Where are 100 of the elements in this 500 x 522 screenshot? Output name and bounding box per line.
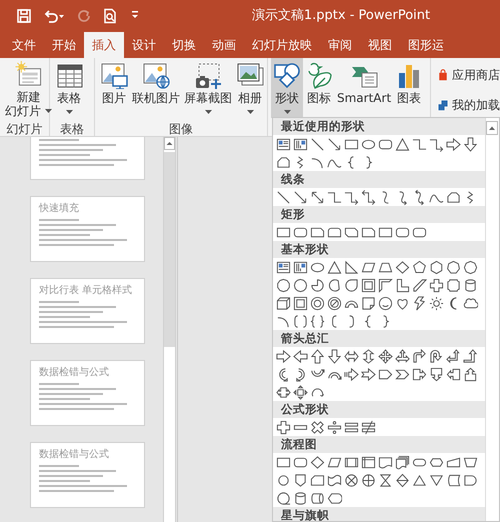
sun-icon[interactable]	[429, 296, 444, 310]
display-icon[interactable]	[327, 490, 342, 506]
arrow-line-icon[interactable]	[293, 190, 308, 204]
down-arrow-icon[interactable]	[463, 136, 478, 152]
striped-right-arrow-icon[interactable]	[344, 366, 359, 382]
up-down-arrow-icon[interactable]	[361, 348, 376, 364]
divide-icon[interactable]	[327, 420, 342, 434]
ribbon-button[interactable]: 应用商店	[437, 64, 500, 86]
scroll-up-icon[interactable]	[164, 137, 175, 150]
line-icon[interactable]	[276, 190, 291, 204]
cloud-icon[interactable]	[463, 296, 478, 310]
slide-thumbnail[interactable]: 数据检错与公式	[30, 360, 145, 426]
ribbon-tab[interactable]: 图形运	[400, 32, 452, 58]
cylinder-icon[interactable]	[293, 490, 308, 506]
triangle-icon[interactable]	[327, 260, 342, 274]
triangle-icon[interactable]	[395, 136, 410, 152]
chord-icon[interactable]	[327, 278, 342, 292]
bent-arrow-icon[interactable]	[412, 348, 427, 364]
text-box-icon[interactable]	[276, 136, 291, 152]
internal-storage-icon[interactable]	[361, 454, 376, 470]
direct-access-storage-icon[interactable]	[310, 490, 325, 506]
ribbon-tab[interactable]: 动画	[204, 32, 244, 58]
right-triangle-icon[interactable]	[344, 260, 359, 274]
delay-icon[interactable]	[463, 472, 478, 488]
u-turn-arrow-icon[interactable]	[429, 348, 444, 364]
multidocument-icon[interactable]	[395, 454, 410, 470]
ribbon-tab[interactable]: 开始	[44, 32, 84, 58]
pentagon-icon[interactable]	[412, 260, 427, 274]
curved-double-arrow-icon[interactable]	[412, 190, 427, 204]
manual-input-icon[interactable]	[446, 454, 461, 470]
slide-thumbnail[interactable]: 快速填充	[30, 196, 145, 262]
document-icon[interactable]	[378, 454, 393, 470]
caret-icon[interactable]	[284, 110, 290, 114]
hexagon-icon[interactable]	[429, 260, 444, 274]
smiley-icon[interactable]	[378, 296, 393, 310]
slide-thumbnail[interactable]	[30, 137, 145, 180]
notched-right-arrow-icon[interactable]	[361, 366, 376, 382]
diagonal-stripe-icon[interactable]	[412, 278, 427, 292]
multiply-icon[interactable]	[310, 420, 325, 434]
circle-icon[interactable]	[276, 472, 291, 488]
ribbon-button[interactable]: 图表	[393, 58, 426, 118]
double-arrow-line-icon[interactable]	[310, 190, 325, 204]
up-arrow-icon[interactable]	[310, 348, 325, 364]
right-arrow-icon[interactable]	[276, 348, 291, 364]
elbow-arrow-connector-icon[interactable]	[429, 136, 444, 152]
ribbon-button[interactable]: 图片	[98, 58, 130, 118]
ribbon-button[interactable]: 屏幕截图	[182, 58, 234, 118]
right-arrow-icon[interactable]	[446, 136, 461, 152]
l-shape-icon[interactable]	[395, 278, 410, 292]
ribbon-tab[interactable]: 审阅	[320, 32, 360, 58]
elbow-double-arrow-icon[interactable]	[361, 190, 376, 204]
ribbon-tab[interactable]: 插入	[84, 32, 124, 58]
elbow-connector-icon[interactable]	[327, 190, 342, 204]
frame-icon[interactable]	[293, 296, 308, 310]
undo-icon[interactable]	[42, 8, 66, 24]
ribbon-tab[interactable]: 文件	[4, 32, 44, 58]
caret-icon[interactable]	[246, 110, 254, 114]
dodecagon-icon[interactable]	[293, 278, 308, 292]
vertical-text-box-icon[interactable]	[293, 260, 308, 274]
caret-icon[interactable]	[204, 110, 212, 114]
freeform-icon[interactable]	[446, 190, 461, 204]
decagon-icon[interactable]	[276, 278, 291, 292]
ribbon-button[interactable]: 联机图片	[130, 58, 182, 118]
ribbon-tab[interactable]: 设计	[124, 32, 164, 58]
diamond-icon[interactable]	[395, 260, 410, 274]
left-right-arrow-icon[interactable]	[344, 348, 359, 364]
elbow-connector-icon[interactable]	[412, 136, 427, 152]
not-equal-icon[interactable]	[361, 420, 376, 434]
plaque-icon[interactable]	[446, 278, 461, 292]
cube-icon[interactable]	[276, 296, 291, 310]
card-icon[interactable]	[310, 472, 325, 488]
left-arrow-callout-icon[interactable]	[446, 366, 461, 382]
arrow-line-icon[interactable]	[327, 136, 342, 152]
ribbon-tab[interactable]: 幻灯片放映	[244, 32, 320, 58]
freeform-icon[interactable]	[276, 154, 291, 170]
no-symbol-icon[interactable]	[327, 296, 342, 310]
ribbon-tab[interactable]: 视图	[360, 32, 400, 58]
ribbon-button[interactable]: 图标	[303, 58, 335, 118]
left-right-up-arrow-icon[interactable]	[395, 348, 410, 364]
cylinder-icon[interactable]	[463, 278, 478, 292]
collate-icon[interactable]	[378, 472, 393, 488]
vertical-text-box-icon[interactable]	[293, 136, 308, 152]
left-up-arrow-icon[interactable]	[446, 348, 461, 364]
frame-icon[interactable]	[361, 278, 376, 292]
text-box-icon[interactable]	[276, 260, 291, 274]
plus-icon[interactable]	[429, 278, 444, 292]
quad-arrow-icon[interactable]	[378, 348, 393, 364]
summing-junction-icon[interactable]	[344, 472, 359, 488]
ribbon-button[interactable]: 新建 幻灯片	[3, 58, 54, 118]
left-arrow-icon[interactable]	[293, 348, 308, 364]
double-bracket-icon[interactable]	[293, 314, 308, 328]
up-arrow-callout-icon[interactable]	[463, 366, 478, 382]
scroll-up-icon[interactable]	[486, 120, 498, 135]
right-arrow-callout-icon[interactable]	[412, 366, 427, 382]
double-brace-icon[interactable]	[310, 314, 325, 328]
donut-icon[interactable]	[310, 296, 325, 310]
ribbon-button[interactable]: 形状	[271, 58, 303, 118]
elbow-arrow-connector-icon[interactable]	[344, 190, 359, 204]
stored-data-icon[interactable]	[446, 472, 461, 488]
caret-icon[interactable]	[45, 109, 52, 113]
